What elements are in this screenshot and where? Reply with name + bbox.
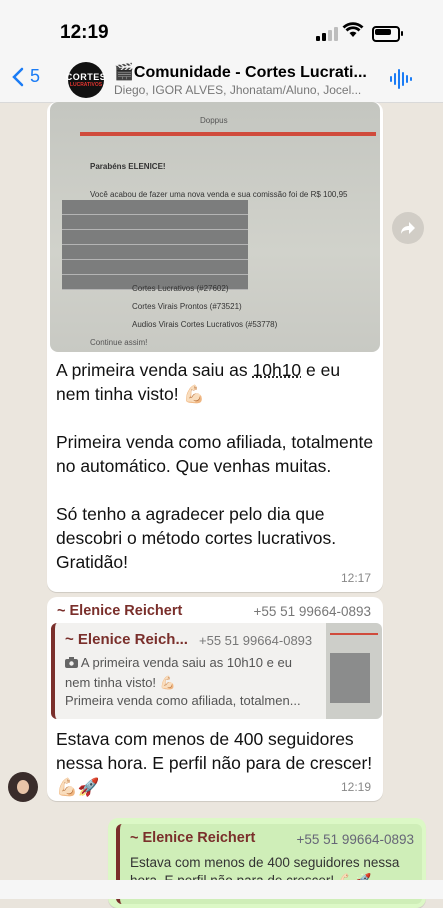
sender-avatar[interactable] (8, 772, 38, 802)
quoted-line: A primeira venda saiu as 10h10 e eu (65, 655, 315, 670)
image-logo: Doppus (200, 116, 228, 125)
camera-icon (65, 657, 78, 668)
image-divider (80, 132, 376, 136)
group-members[interactable]: Diego, IGOR ALVES, Jhonatam/Aluno, Jocel… (114, 83, 386, 97)
quoted-sender: ~ Elenice Reich... (65, 631, 188, 648)
chevron-left-icon (12, 67, 24, 86)
quoted-message[interactable]: ~ Elenice Reich... +55 51 99664-0893 A p… (51, 623, 382, 719)
status-time: 12:19 (60, 22, 109, 43)
quoted-phone: +55 51 99664-0893 (296, 832, 415, 847)
sender-name[interactable]: ~ Elenice Reichert (57, 603, 182, 619)
image-item: Cortes Virais Prontos (#73521) (132, 302, 242, 311)
chat-header: 5 CORTES LUCRATIVOS 🎬Comunidade - Cortes… (0, 60, 443, 103)
text-segment: A primeira venda saiu as (56, 360, 253, 380)
quoted-phone: +55 51 99664-0893 (199, 633, 313, 648)
time-link[interactable]: 10h10 (253, 360, 302, 380)
image-item: Audios Virais Cortes Lucrativos (#53778) (132, 320, 278, 329)
message-time: 12:17 (340, 571, 371, 585)
status-bar: 12:19 (0, 0, 443, 60)
wifi-icon (342, 22, 364, 37)
group-avatar-text: CORTES (65, 72, 107, 82)
bottom-bar (0, 880, 443, 899)
group-avatar[interactable]: CORTES LUCRATIVOS (65, 62, 107, 98)
sender-phone: +55 51 99664-0893 (253, 604, 372, 619)
quoted-sender: ~ Elenice Reichert (130, 830, 256, 846)
message-text: Estava com menos de 400 seguidores nessa… (56, 729, 373, 797)
unread-count: 5 (30, 66, 41, 86)
image-item: Cortes Lucrativos (#27602) (132, 284, 229, 293)
message-bubble[interactable]: ~ Elenice Reichert +55 51 99664-0893 ~ E… (47, 597, 383, 801)
group-title[interactable]: 🎬Comunidade - Cortes Lucrati... (114, 62, 386, 82)
message-bubble[interactable]: Doppus Parabéns ELENICE! Você acabou de … (47, 102, 383, 592)
text-paragraph: Só tenho a agradecer pelo dia que descob… (56, 504, 337, 572)
quoted-line: nem tinha visto! 💪🏻 (65, 675, 176, 690)
quoted-line-text: A primeira venda saiu as 10h10 e eu (80, 655, 292, 670)
forward-button[interactable] (392, 212, 424, 244)
cellular-signal-icon (316, 27, 338, 41)
quoted-thumbnail (326, 623, 382, 719)
text-paragraph: Primeira venda como afiliada, totalmente… (56, 432, 374, 476)
message-text: A primeira venda saiu as 10h10 e eu nem … (56, 358, 376, 574)
battery-icon (372, 26, 403, 42)
image-footer: Continue assim! (90, 338, 148, 347)
image-line: Você acabou de fazer uma nova venda e su… (90, 190, 348, 199)
voice-chat-icon[interactable] (389, 68, 413, 90)
message-time: 12:19 (340, 780, 371, 794)
image-heading: Parabéns ELENICE! (90, 162, 166, 171)
quoted-line: Primeira venda como afiliada, totalmen..… (65, 693, 301, 708)
message-image[interactable]: Doppus Parabéns ELENICE! Você acabou de … (50, 102, 380, 352)
forward-icon (401, 222, 415, 234)
group-avatar-subtext: LUCRATIVOS (69, 82, 103, 88)
back-button[interactable]: 5 (12, 66, 40, 87)
image-redaction (62, 200, 248, 290)
